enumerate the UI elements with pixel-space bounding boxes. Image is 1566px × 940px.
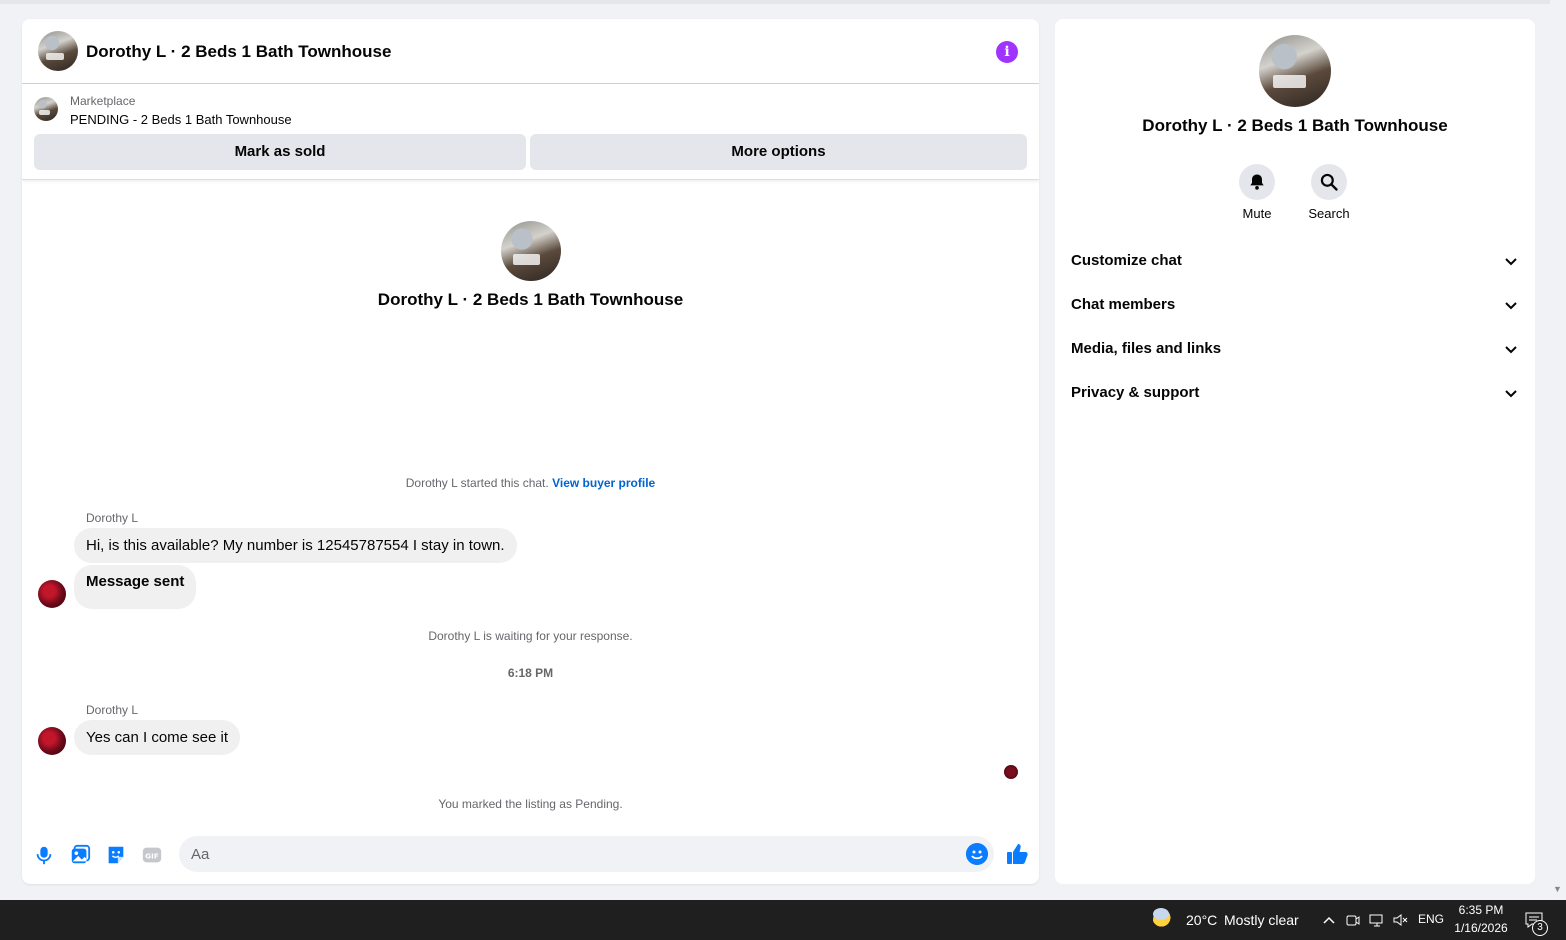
microphone-icon[interactable] — [33, 844, 55, 866]
section-media-files-links[interactable]: Media, files and links — [1055, 327, 1535, 371]
clock-time[interactable]: 6:35 PM — [1450, 903, 1512, 917]
message-timestamp: 6:18 PM — [507, 666, 554, 680]
info-icon[interactable]: i — [996, 41, 1018, 63]
message-bubble[interactable]: Hi, is this available? My number is 1254… — [74, 528, 517, 563]
sticker-icon[interactable] — [105, 844, 127, 866]
listing-avatar[interactable] — [38, 31, 78, 71]
network-icon[interactable] — [1369, 912, 1385, 928]
chevron-down-icon — [1505, 302, 1517, 310]
mute-button[interactable]: Mute — [1227, 164, 1287, 221]
section-chat-members[interactable]: Chat members — [1055, 283, 1535, 327]
bell-icon — [1250, 174, 1264, 190]
message-composer: GIF — [22, 832, 1039, 876]
photo-icon[interactable] — [69, 844, 91, 866]
windows-taskbar: 20°C Mostly clear ENG 6:35 PM 1/16/2026 — [0, 900, 1566, 940]
view-buyer-profile-link[interactable]: View buyer profile — [552, 476, 655, 490]
section-label: Customize chat — [1071, 252, 1182, 269]
chevron-down-icon — [1505, 258, 1517, 266]
meet-now-icon[interactable] — [1345, 912, 1361, 928]
message-sender: Dorothy L — [86, 511, 139, 525]
chat-title[interactable]: Dorothy L · 2 Beds 1 Bath Townhouse — [86, 42, 391, 62]
chat-header: Dorothy L · 2 Beds 1 Bath Townhouse i — [22, 19, 1039, 84]
seen-indicator — [1004, 765, 1018, 779]
details-title: Dorothy L · 2 Beds 1 Bath Townhouse — [1142, 116, 1448, 135]
svg-text:GIF: GIF — [145, 852, 159, 861]
thumbs-up-icon[interactable] — [1005, 842, 1029, 866]
section-label: Media, files and links — [1071, 340, 1222, 357]
marketplace-listing-bar: Marketplace PENDING - 2 Beds 1 Bath Town… — [22, 85, 1039, 180]
search-label: Search — [1308, 206, 1350, 221]
marketplace-source-label: Marketplace — [70, 94, 136, 108]
intro-avatar[interactable] — [501, 221, 561, 281]
chat-started-notice: Dorothy L started this chat. View buyer … — [22, 476, 1039, 490]
top-divider — [0, 0, 1550, 4]
search-icon — [1320, 173, 1338, 191]
pending-notice: You marked the listing as Pending. — [438, 797, 623, 811]
message-input[interactable] — [191, 836, 951, 872]
section-customize-chat[interactable]: Customize chat — [1055, 239, 1535, 283]
emoji-icon[interactable] — [966, 843, 988, 865]
mute-label: Mute — [1242, 206, 1272, 221]
section-label: Privacy & support — [1071, 384, 1200, 401]
more-options-button[interactable]: More options — [530, 134, 1027, 170]
weather-moon-icon[interactable] — [1153, 908, 1177, 932]
section-label: Chat members — [1071, 296, 1176, 313]
message-input-wrapper — [179, 836, 994, 872]
mute-button-circle[interactable] — [1239, 164, 1275, 200]
weather-temperature[interactable]: 20°C — [1186, 912, 1217, 928]
clock-date[interactable]: 1/16/2026 — [1450, 921, 1512, 935]
sender-avatar[interactable] — [38, 727, 66, 755]
section-privacy-support[interactable]: Privacy & support — [1055, 371, 1535, 415]
search-button[interactable]: Search — [1299, 164, 1359, 221]
search-button-circle[interactable] — [1311, 164, 1347, 200]
chat-details-panel: Dorothy L · 2 Beds 1 Bath Townhouse Mute… — [1055, 19, 1535, 884]
message-bubble[interactable]: Yes can I come see it — [74, 720, 241, 755]
sender-avatar[interactable] — [38, 580, 66, 608]
language-indicator[interactable]: ENG — [1416, 912, 1446, 926]
speaker-muted-icon[interactable] — [1392, 912, 1408, 928]
gif-icon[interactable]: GIF — [141, 844, 163, 866]
chevron-up-icon[interactable] — [1321, 912, 1337, 928]
chevron-down-icon — [1505, 346, 1517, 354]
chat-started-text: Dorothy L started this chat. — [405, 476, 549, 490]
notification-count-badge: 3 — [1532, 920, 1548, 936]
scrollbar-down-arrow[interactable]: ▼ — [1553, 884, 1563, 894]
waiting-notice: Dorothy L is waiting for your response. — [428, 629, 633, 643]
message-sender: Dorothy L — [86, 703, 139, 717]
details-avatar[interactable] — [1259, 35, 1331, 107]
weather-condition[interactable]: Mostly clear — [1224, 912, 1299, 928]
chat-panel: Dorothy L · 2 Beds 1 Bath Townhouse i Ma… — [22, 19, 1039, 884]
listing-status[interactable]: PENDING - 2 Beds 1 Bath Townhouse — [70, 112, 292, 127]
chevron-down-icon — [1505, 390, 1517, 398]
message-bubble[interactable]: Message sent — [74, 565, 197, 609]
mark-as-sold-button[interactable]: Mark as sold — [34, 134, 526, 170]
listing-thumbnail[interactable] — [34, 97, 58, 121]
intro-title: Dorothy L · 2 Beds 1 Bath Townhouse — [377, 290, 684, 309]
